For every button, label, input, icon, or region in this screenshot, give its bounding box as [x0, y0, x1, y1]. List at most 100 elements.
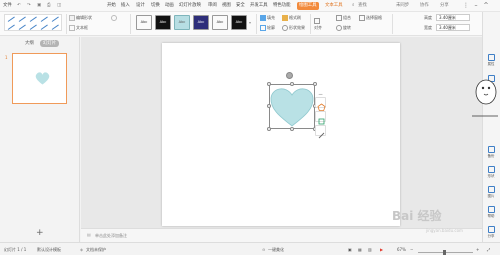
- backup-icon: [488, 146, 495, 153]
- collab-button[interactable]: 协作: [420, 2, 429, 10]
- menu-special[interactable]: 特色功能: [273, 2, 291, 10]
- sidebar-item-properties[interactable]: 属性: [485, 54, 497, 68]
- print-icon[interactable]: ⎙: [47, 2, 51, 10]
- sidebar-item-backup[interactable]: 备份: [485, 146, 497, 160]
- sidebar-item-help[interactable]: 帮助: [485, 206, 497, 220]
- rotate-handle[interactable]: [286, 72, 293, 79]
- shape-effect-button[interactable]: 形状效果: [289, 25, 305, 31]
- style-swatch-6[interactable]: Abc: [231, 15, 247, 30]
- shape-effect-icon[interactable]: [282, 25, 288, 31]
- align-button[interactable]: 对齐: [314, 25, 322, 31]
- notes-bar[interactable]: ▤ 单击此处添加备注: [81, 228, 482, 242]
- shape-outline-float-button[interactable]: [315, 125, 326, 139]
- style-swatch-4[interactable]: Abc: [193, 15, 209, 30]
- resize-handle-bl[interactable]: [267, 127, 271, 131]
- rotate-button[interactable]: 旋转: [343, 25, 351, 31]
- menu-slideshow[interactable]: 幻灯片放映: [179, 2, 201, 10]
- format-brush-icon[interactable]: [282, 15, 288, 21]
- more-icon[interactable]: ⋮: [462, 1, 470, 10]
- tab-slides[interactable]: 幻灯片: [40, 40, 60, 47]
- group-button[interactable]: 组合: [343, 15, 351, 21]
- view-normal-icon[interactable]: ▣: [348, 246, 352, 253]
- text-box-icon[interactable]: [69, 25, 75, 31]
- rotate-icon[interactable]: [336, 25, 342, 31]
- menu-animation[interactable]: 动画: [165, 2, 174, 10]
- undo-icon[interactable]: ↶: [17, 2, 21, 10]
- gallery-more-icon[interactable]: ▾: [249, 20, 251, 26]
- redo-icon[interactable]: ↷: [27, 2, 31, 10]
- picture-icon: [488, 186, 495, 193]
- share-button[interactable]: 分享: [440, 2, 449, 10]
- style-swatch-3-selected[interactable]: Abc: [174, 15, 190, 30]
- width-input[interactable]: 3.40厘米: [436, 24, 470, 31]
- zoom-slider-thumb[interactable]: [443, 250, 446, 255]
- tab-outline[interactable]: 大纲: [22, 40, 37, 47]
- beautify-button[interactable]: 一键美化: [268, 246, 284, 253]
- pen-icon: [318, 132, 325, 139]
- sidebar-item-shape[interactable]: 形状: [485, 166, 497, 180]
- sidebar-item-share[interactable]: 分享: [485, 226, 497, 240]
- help-icon: [488, 206, 495, 213]
- minimize-icon[interactable]: –: [472, 1, 480, 10]
- style-swatch-5[interactable]: Abc: [212, 15, 228, 30]
- chevron-up-icon[interactable]: ^: [482, 1, 490, 10]
- resize-handle-t[interactable]: [290, 82, 294, 86]
- merge-shape-icon[interactable]: [111, 15, 117, 21]
- fit-window-icon[interactable]: ⤢: [487, 246, 490, 253]
- view-reading-icon[interactable]: ▥: [368, 246, 372, 253]
- menu-transition[interactable]: 切换: [151, 2, 160, 10]
- menu-text-tools[interactable]: 文本工具: [325, 2, 343, 10]
- menu-design[interactable]: 设计: [136, 2, 145, 10]
- notes-placeholder[interactable]: 单击此处添加备注: [95, 233, 127, 239]
- menu-drawing-tools[interactable]: 绘图工具: [297, 2, 319, 10]
- zoom-value[interactable]: 67%: [397, 246, 406, 253]
- fill-icon[interactable]: [260, 15, 266, 21]
- outline-button[interactable]: 轮廓: [267, 25, 275, 31]
- outline-icon[interactable]: [260, 25, 266, 31]
- height-input[interactable]: 3.40厘米: [436, 14, 470, 21]
- shape-style-float-button[interactable]: [315, 97, 326, 111]
- arrange-icon[interactable]: [314, 18, 320, 24]
- edit-shape-button[interactable]: 编辑形状: [76, 15, 92, 21]
- selection-pane-button[interactable]: 选择窗格: [366, 15, 382, 21]
- shape-style-gallery[interactable]: [4, 14, 62, 31]
- zoom-in-button[interactable]: +: [476, 246, 479, 253]
- view-sorter-icon[interactable]: ▦: [358, 246, 362, 253]
- resize-handle-b[interactable]: [290, 127, 294, 131]
- menu-view[interactable]: 视图: [222, 2, 231, 10]
- sidebar-item-picture[interactable]: 图片: [485, 186, 497, 200]
- text-box-button[interactable]: 文本框: [76, 25, 88, 31]
- resize-handle-tl[interactable]: [267, 82, 271, 86]
- menu-start[interactable]: 开始: [107, 2, 116, 10]
- slide[interactable]: [162, 43, 400, 226]
- slide-thumbnail[interactable]: [12, 53, 67, 104]
- edit-shape-icon[interactable]: [69, 15, 75, 21]
- menu-security[interactable]: 安全: [236, 2, 245, 10]
- save-icon[interactable]: ▣: [37, 2, 41, 10]
- menu-review[interactable]: 审阅: [208, 2, 217, 10]
- theme-name[interactable]: 默认设计模板: [37, 246, 61, 253]
- menu-insert[interactable]: 插入: [121, 2, 130, 10]
- style-swatch-2[interactable]: Abc: [155, 15, 171, 30]
- search-label[interactable]: 查找: [358, 2, 367, 10]
- shape-fill-float-button[interactable]: [315, 111, 326, 125]
- selection-pane-icon[interactable]: [359, 15, 365, 21]
- menu-developer[interactable]: 开发工具: [250, 2, 268, 10]
- zoom-out-button[interactable]: −: [410, 246, 413, 253]
- share-icon: [488, 226, 495, 233]
- group-icon[interactable]: [336, 15, 342, 21]
- add-slide-button[interactable]: +: [36, 229, 44, 238]
- fill-button[interactable]: 填充: [267, 15, 275, 21]
- menu-file[interactable]: 文件: [3, 2, 12, 10]
- mascot-sticker: [472, 79, 498, 117]
- resize-handle-tr[interactable]: [313, 82, 317, 86]
- preview-icon[interactable]: ◫: [57, 2, 61, 10]
- style-swatch-1[interactable]: Abc: [136, 15, 152, 30]
- sync-status[interactable]: 未同步: [396, 2, 409, 10]
- resize-handle-l[interactable]: [267, 104, 271, 108]
- doc-protect-status[interactable]: 文档未保护: [86, 246, 106, 253]
- play-icon[interactable]: ▶: [380, 246, 383, 253]
- format-brush-button[interactable]: 格式刷: [289, 15, 301, 21]
- search-icon[interactable]: ⌕: [352, 2, 354, 10]
- watermark-logo: Bai 经验: [392, 209, 442, 223]
